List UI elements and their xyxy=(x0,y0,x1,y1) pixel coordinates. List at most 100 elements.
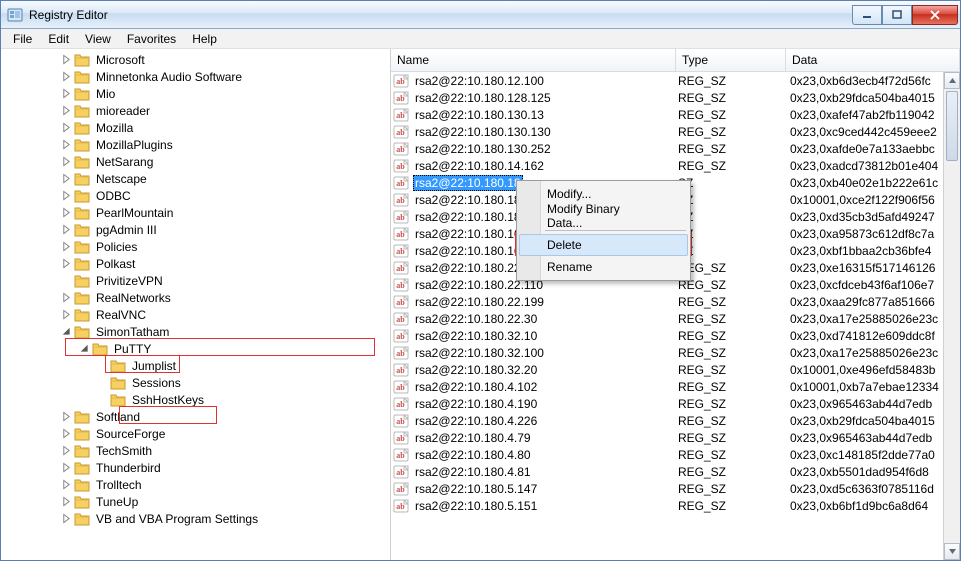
expander-icon[interactable] xyxy=(61,105,72,116)
value-row[interactable]: rsa2@22:10.180.130.13REG_SZ0x23,0xafef47… xyxy=(391,106,960,123)
tree-item[interactable]: ODBC xyxy=(7,187,390,204)
maximize-button[interactable] xyxy=(882,5,912,25)
value-row[interactable]: rsa2@22:10.180.4.79REG_SZ0x23,0x965463ab… xyxy=(391,429,960,446)
value-row[interactable]: rsa2@22:10.180.32.100REG_SZ0x23,0xa17e25… xyxy=(391,344,960,361)
tree-item[interactable]: SimonTatham xyxy=(7,323,390,340)
tree-item[interactable]: PuTTY xyxy=(7,340,390,357)
tree-item[interactable]: Microsoft xyxy=(7,51,390,68)
tree-item[interactable]: PearlMountain xyxy=(7,204,390,221)
menu-file[interactable]: File xyxy=(5,30,40,48)
tree-item[interactable]: Mozilla xyxy=(7,119,390,136)
ctx-modify-binary[interactable]: Modify Binary Data... xyxy=(519,205,688,227)
expander-icon[interactable] xyxy=(61,241,72,252)
expander-icon[interactable] xyxy=(61,292,72,303)
value-row[interactable]: rsa2@22:10.180.4.80REG_SZ0x23,0xc148185f… xyxy=(391,446,960,463)
tree-item[interactable]: Polkast xyxy=(7,255,390,272)
expander-icon[interactable] xyxy=(61,88,72,99)
value-row[interactable]: rsa2@22:10.180.5.151REG_SZ0x23,0xb6bf1d9… xyxy=(391,497,960,514)
registry-tree[interactable]: MicrosoftMinnetonka Audio Software Miomio… xyxy=(1,49,390,529)
value-row[interactable]: rsa2@22:10.180.22.30REG_SZ0x23,0xa17e258… xyxy=(391,310,960,327)
expander-icon[interactable] xyxy=(61,445,72,456)
tree-item[interactable]: Softland xyxy=(7,408,390,425)
expander-icon[interactable] xyxy=(61,326,72,337)
expander-icon[interactable] xyxy=(61,513,72,524)
column-type-header[interactable]: Type xyxy=(676,49,786,71)
tree-item[interactable]: RealVNC xyxy=(7,306,390,323)
value-row[interactable]: rsa2@22:10.180.5.147REG_SZ0x23,0xd5c6363… xyxy=(391,480,960,497)
scroll-thumb[interactable] xyxy=(946,91,958,161)
expander-icon[interactable] xyxy=(61,122,72,133)
expander-icon[interactable] xyxy=(61,156,72,167)
tree-item[interactable]: Minnetonka Audio Software xyxy=(7,68,390,85)
tree-item[interactable]: Netscape xyxy=(7,170,390,187)
expander-icon[interactable] xyxy=(61,258,72,269)
tree-item[interactable]: Mio xyxy=(7,85,390,102)
tree-item[interactable]: Policies xyxy=(7,238,390,255)
expander-icon[interactable] xyxy=(61,496,72,507)
tree-item[interactable]: Thunderbird xyxy=(7,459,390,476)
menu-edit[interactable]: Edit xyxy=(40,30,77,48)
tree-item[interactable]: NetSarang xyxy=(7,153,390,170)
value-row[interactable]: rsa2@22:10.180.4.226REG_SZ0x23,0xb29fdca… xyxy=(391,412,960,429)
expander-icon[interactable] xyxy=(61,207,72,218)
value-row[interactable]: rsa2@22:10.180.130.252REG_SZ0x23,0xafde0… xyxy=(391,140,960,157)
value-row[interactable]: rsa2@22:10.180.128.125REG_SZ0x23,0xb29fd… xyxy=(391,89,960,106)
tree-item[interactable]: TuneUp xyxy=(7,493,390,510)
value-data: 0x23,0xb5501dad954f6d8 xyxy=(786,465,960,479)
tree-item[interactable]: Trolltech xyxy=(7,476,390,493)
expander-icon[interactable] xyxy=(61,479,72,490)
value-row[interactable]: rsa2@22:10.180.4.81REG_SZ0x23,0xb5501dad… xyxy=(391,463,960,480)
expander-icon[interactable] xyxy=(79,343,90,354)
list-body[interactable]: rsa2@22:10.180.12.100REG_SZ0x23,0xb6d3ec… xyxy=(391,72,960,560)
value-row[interactable]: rsa2@22:10.180.22.199REG_SZ0x23,0xaa29fc… xyxy=(391,293,960,310)
tree-item[interactable]: PrivitizeVPN xyxy=(7,272,390,289)
column-name-header[interactable]: Name xyxy=(391,49,676,71)
value-data: 0x23,0xa95873c612df8c7a xyxy=(786,227,960,241)
menu-help[interactable]: Help xyxy=(184,30,225,48)
value-data: 0x23,0xb29fdca504ba4015 xyxy=(786,414,960,428)
expander-icon[interactable] xyxy=(61,71,72,82)
expander-icon[interactable] xyxy=(61,428,72,439)
minimize-button[interactable] xyxy=(852,5,882,25)
scroll-track[interactable] xyxy=(944,89,960,543)
tree-item[interactable]: mioreader xyxy=(7,102,390,119)
value-row[interactable]: rsa2@22:10.180.12.100REG_SZ0x23,0xb6d3ec… xyxy=(391,72,960,89)
scroll-down-button[interactable] xyxy=(944,543,960,560)
value-row[interactable]: rsa2@22:10.180.32.20REG_SZ0x10001,0xe496… xyxy=(391,361,960,378)
tree-item[interactable]: TechSmith xyxy=(7,442,390,459)
expander-icon[interactable] xyxy=(61,411,72,422)
value-type: REG_SZ xyxy=(674,482,786,496)
folder-icon xyxy=(74,86,90,102)
tree-item-label: RealVNC xyxy=(94,308,148,322)
value-row[interactable]: rsa2@22:10.180.32.10REG_SZ0x23,0xd741812… xyxy=(391,327,960,344)
menu-favorites[interactable]: Favorites xyxy=(119,30,184,48)
expander-icon[interactable] xyxy=(61,54,72,65)
tree-item[interactable]: MozillaPlugins xyxy=(7,136,390,153)
expander-icon[interactable] xyxy=(61,224,72,235)
ctx-delete[interactable]: Delete xyxy=(519,234,688,256)
scroll-up-button[interactable] xyxy=(944,72,960,89)
tree-item[interactable]: RealNetworks xyxy=(7,289,390,306)
vertical-scrollbar[interactable] xyxy=(943,72,960,560)
expander-icon[interactable] xyxy=(61,462,72,473)
expander-icon[interactable] xyxy=(61,173,72,184)
tree-item[interactable]: Jumplist xyxy=(7,357,390,374)
close-button[interactable] xyxy=(912,5,958,25)
tree-item[interactable]: Sessions xyxy=(7,374,390,391)
expander-icon[interactable] xyxy=(61,309,72,320)
menu-view[interactable]: View xyxy=(77,30,119,48)
expander-icon[interactable] xyxy=(61,190,72,201)
tree-item[interactable]: SourceForge xyxy=(7,425,390,442)
tree-item-label: Mio xyxy=(94,87,117,101)
value-row[interactable]: rsa2@22:10.180.130.130REG_SZ0x23,0xc9ced… xyxy=(391,123,960,140)
tree-item[interactable]: SshHostKeys xyxy=(7,391,390,408)
tree-item[interactable]: pgAdmin III xyxy=(7,221,390,238)
value-row[interactable]: rsa2@22:10.180.4.190REG_SZ0x23,0x965463a… xyxy=(391,395,960,412)
value-row[interactable]: rsa2@22:10.180.14.162REG_SZ0x23,0xadcd73… xyxy=(391,157,960,174)
tree-item[interactable]: VB and VBA Program Settings xyxy=(7,510,390,527)
ctx-rename[interactable]: Rename xyxy=(519,256,688,278)
expander-icon[interactable] xyxy=(61,139,72,150)
folder-icon xyxy=(74,494,90,510)
column-data-header[interactable]: Data xyxy=(786,49,960,71)
value-row[interactable]: rsa2@22:10.180.4.102REG_SZ0x10001,0xb7a7… xyxy=(391,378,960,395)
